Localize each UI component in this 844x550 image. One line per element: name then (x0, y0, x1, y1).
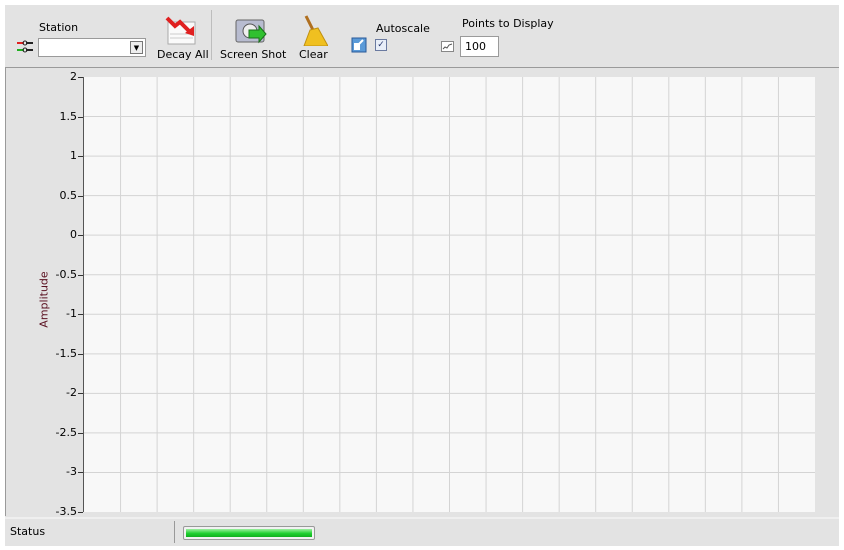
y-tick-label: -2.5 (55, 425, 77, 439)
broom-icon (300, 14, 329, 49)
autoscale-label: Autoscale (376, 22, 430, 35)
toolbar-separator (211, 10, 212, 60)
plot-area[interactable] (84, 77, 815, 512)
y-axis-label: Amplitude (37, 271, 51, 328)
y-tick-label: 1 (70, 149, 77, 163)
station-dropdown[interactable]: ▼ (38, 38, 146, 57)
points-to-display-label: Points to Display (462, 17, 554, 30)
y-axis-line (83, 77, 84, 512)
clear-label: Clear (299, 48, 328, 61)
station-icon (17, 40, 33, 54)
y-tick-mark (78, 512, 83, 513)
y-tick-label: -3.5 (55, 505, 77, 518)
progress-fill (186, 529, 312, 537)
screen-shot-label: Screen Shot (220, 48, 287, 61)
status-progress-bar (183, 526, 315, 540)
station-label: Station (39, 21, 79, 34)
y-tick-label: -0.5 (55, 267, 77, 281)
y-tick-label: -1 (66, 307, 77, 321)
y-tick-label: 0 (70, 228, 77, 242)
points-to-display-input[interactable]: 100 (460, 36, 499, 57)
status-bar (5, 517, 839, 546)
status-separator (174, 521, 175, 543)
clear-button[interactable]: Clear (295, 12, 331, 64)
waveform-icon (441, 41, 454, 55)
y-tick-label: 2 (70, 70, 77, 83)
y-tick-label: 1.5 (59, 109, 78, 123)
status-label: Status (10, 525, 46, 538)
screen-shot-button[interactable]: Screen Shot (218, 12, 286, 64)
y-tick-label: 0.5 (59, 188, 78, 202)
decay-all-label: Decay All (157, 48, 209, 61)
decay-all-button[interactable]: Decay All (155, 12, 209, 64)
y-tick-label: -3 (66, 465, 77, 479)
autoscale-icon (351, 37, 367, 56)
camera-icon (235, 16, 267, 49)
decay-chart-icon (165, 14, 197, 49)
y-tick-label: -2 (66, 386, 77, 400)
chevron-down-icon[interactable]: ▼ (130, 41, 143, 54)
y-tick-label: -1.5 (55, 346, 77, 360)
autoscale-checkbox[interactable]: ✓ (375, 39, 387, 51)
